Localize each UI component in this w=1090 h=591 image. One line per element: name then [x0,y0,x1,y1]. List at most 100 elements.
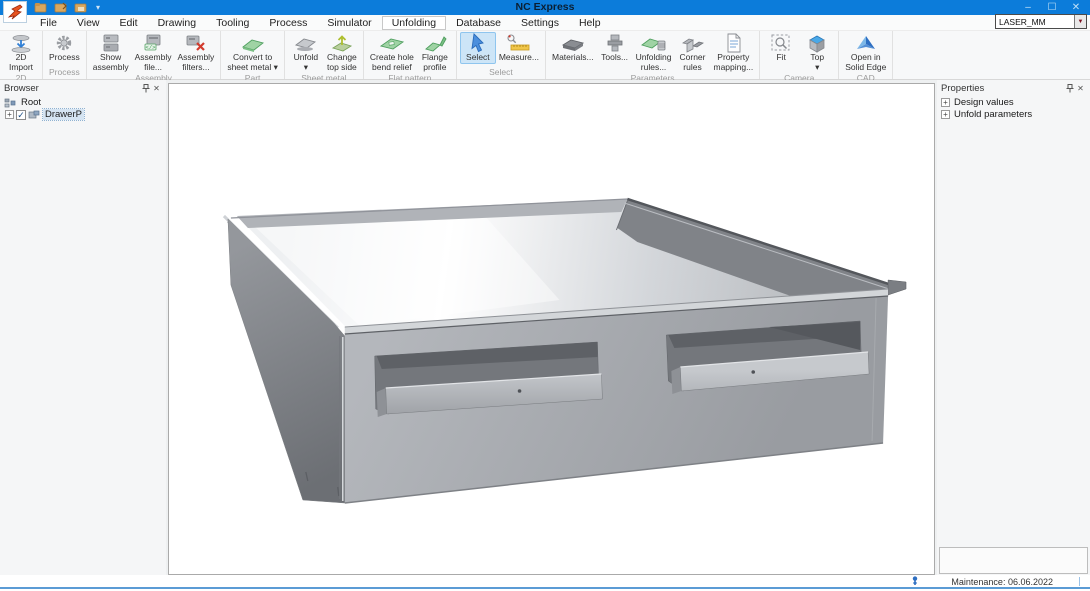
ribbon-group-assembly: Show assembly </> Assembly file... Assem… [87,31,222,79]
assembly-file-button[interactable]: </> Assembly file... [132,32,175,73]
solid-edge-icon [854,33,878,53]
menu-view[interactable]: View [67,16,110,30]
select-button[interactable]: Select [460,32,496,64]
root-assembly-icon [4,98,16,108]
property-mapping-button[interactable]: Property mapping... [711,32,757,73]
unfolding-rules-button[interactable]: Unfolding rules... [633,32,675,73]
fit-icon [770,33,792,53]
tree-item-root[interactable]: Root [4,97,164,108]
assembly-filters-button[interactable]: Assembly filters... [174,32,217,73]
convert-to-sheet-metal-icon [241,33,265,53]
flange-profile-icon [423,33,447,53]
menu-edit[interactable]: Edit [110,16,148,30]
menu-database[interactable]: Database [446,16,511,30]
browser-close-icon[interactable]: ✕ [151,83,162,94]
qat-save-button[interactable] [74,2,87,13]
change-top-side-button[interactable]: Change top side [324,32,360,73]
menu-bar: File View Edit Drawing Tooling Process S… [0,15,1090,31]
menu-process[interactable]: Process [259,16,317,30]
svg-text:</>: </> [146,44,156,51]
app-logo-icon[interactable] [3,1,27,23]
convert-to-sheet-metal-button[interactable]: Convert to sheet metal ▾ [224,32,281,73]
browser-panel: Browser ✕ Root + ✓ DrawerP [0,80,166,575]
close-button[interactable]: ✕ [1064,0,1088,15]
combo-dropdown-icon[interactable]: ▼ [1074,15,1086,28]
machine-select-combo[interactable]: LASER_MM ▼ [995,14,1087,29]
menu-simulator[interactable]: Simulator [317,16,381,30]
properties-item-unfold-parameters[interactable]: + Unfold parameters [941,109,1088,120]
qat-import-button[interactable] [54,2,67,13]
menu-settings[interactable]: Settings [511,16,569,30]
show-assembly-icon [100,33,122,53]
maintenance-status-text: Maintenance: 06.06.2022 [951,577,1053,587]
ribbon-group-select: Select Measure... Select [457,31,546,79]
browser-pin-icon[interactable] [140,83,151,94]
property-mapping-icon [722,33,744,53]
fit-button[interactable]: Fit [763,32,799,64]
menu-file[interactable]: File [30,16,67,30]
drawerp-checkbox[interactable]: ✓ [16,110,26,120]
process-gear-icon [53,33,75,53]
drawerp-part-icon [28,110,40,120]
menu-help[interactable]: Help [569,16,611,30]
window-title: NC Express [0,1,1090,13]
properties-item-design-values[interactable]: + Design values [941,97,1088,108]
select-cursor-icon [467,33,489,53]
ribbon-group-2d: 2D Import 2D [0,31,43,79]
menu-drawing[interactable]: Drawing [148,16,207,30]
materials-button[interactable]: Materials... [549,32,597,64]
drawerp-expander-icon[interactable]: + [5,110,14,119]
nc-express-logo-icon [6,4,24,20]
drawer-3d-model[interactable] [169,84,934,574]
measure-ruler-icon [505,33,533,53]
ribbon-group-sheet-metal: Unfold ▾ Change top side Sheet metal [285,31,364,79]
properties-preview-box [939,547,1088,574]
ribbon-group-cad: Open in Solid Edge CAD [839,31,893,79]
menu-tooling[interactable]: Tooling [206,16,259,30]
main-area: Browser ✕ Root + ✓ DrawerP [0,80,1090,575]
create-hole-bend-relief-icon [379,33,405,53]
unfold-parameters-expander-icon[interactable]: + [941,110,950,119]
2d-import-icon [10,33,32,53]
drawerp-label: DrawerP [43,109,84,120]
assembly-file-icon: </> [141,33,165,53]
2d-import-button[interactable]: 2D Import [3,32,39,73]
browser-tree: Root + ✓ DrawerP [0,95,166,120]
flange-profile-button[interactable]: Flange profile [417,32,453,73]
ribbon-group-process: Process Process [43,31,87,79]
ribbon-group-flat-pattern: Create hole bend relief Flange profile F… [364,31,457,79]
design-values-expander-icon[interactable]: + [941,98,950,107]
measure-button[interactable]: Measure... [496,32,542,64]
tools-button[interactable]: Tools... [597,32,633,64]
minimize-button[interactable]: – [1016,0,1040,15]
properties-tree: + Design values + Unfold parameters [937,95,1090,120]
properties-panel-title: Properties [941,83,984,94]
open-in-solid-edge-button[interactable]: Open in Solid Edge [842,32,889,73]
tree-item-drawerp[interactable]: + ✓ DrawerP [4,109,164,120]
corner-rules-button[interactable]: Corner rules [675,32,711,73]
ribbon-group-camera: Fit Top ▾ Camera [760,31,839,79]
materials-icon [561,33,585,53]
qat-customize-caret-icon[interactable]: ▾ [96,3,100,12]
maintenance-icon [911,576,919,587]
top-view-button[interactable]: Top ▾ [799,32,835,73]
properties-pin-icon[interactable] [1064,83,1075,94]
unfold-button[interactable]: Unfold ▾ [288,32,324,73]
unfolding-rules-icon [641,33,667,53]
change-top-side-icon [330,33,354,53]
show-assembly-button[interactable]: Show assembly [90,32,132,73]
ribbon-toolbar: 2D Import 2D Process Process Show assemb… [0,31,1090,80]
tools-icon [604,33,626,53]
model-viewport[interactable] [168,83,935,575]
properties-close-icon[interactable]: ✕ [1075,83,1086,94]
menu-unfolding[interactable]: Unfolding [382,16,446,30]
status-bar: Maintenance: 06.06.2022 [0,575,1090,591]
browser-panel-title: Browser [4,83,39,94]
process-button[interactable]: Process [46,32,83,64]
unfold-icon [294,33,318,53]
corner-rules-icon [681,33,705,53]
qat-open-button[interactable] [34,2,47,13]
maximize-button[interactable]: ☐ [1040,0,1064,15]
properties-panel-header: Properties ✕ [937,80,1090,95]
create-hole-bend-relief-button[interactable]: Create hole bend relief [367,32,417,73]
